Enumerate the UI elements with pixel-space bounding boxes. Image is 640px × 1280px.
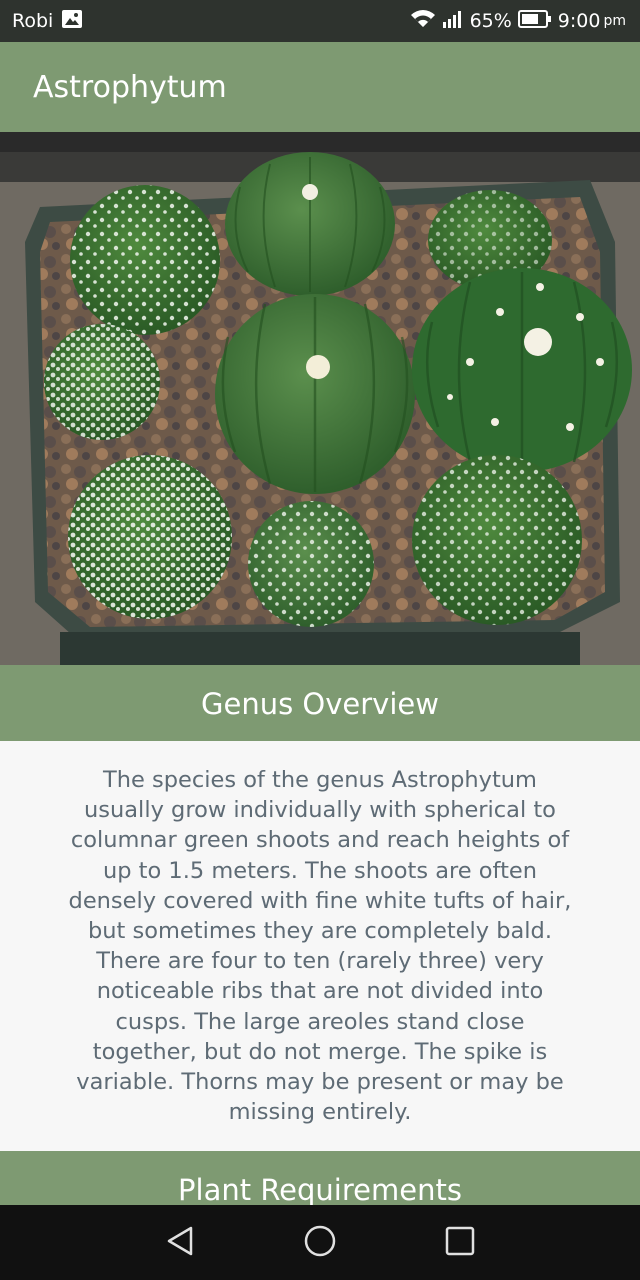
status-bar-right: 65% 9:00 pm [410,9,626,34]
cactus-group [44,152,632,627]
back-icon [165,1225,195,1261]
clock-ampm: pm [603,13,626,29]
image-notification-icon [61,9,83,34]
page-title: Astrophytum [33,69,227,105]
section-title: Genus Overview [201,687,439,721]
back-button[interactable] [160,1223,200,1263]
section-header-requirements: Plant Requirements [0,1151,640,1205]
battery-icon [517,9,552,33]
section-title: Plant Requirements [178,1173,462,1205]
status-bar-left: Robi [12,9,83,34]
overview-text: The species of the genus Astrophytum usu… [68,767,572,1126]
app-bar: Astrophytum [0,42,640,132]
home-icon [303,1224,337,1262]
recents-icon [445,1226,475,1260]
home-button[interactable] [300,1223,340,1263]
signal-icon [442,9,464,34]
status-bar: Robi 65% 9:00 pm [0,0,640,42]
navigation-bar [0,1205,640,1280]
overview-body: The species of the genus Astrophytum usu… [0,741,640,1151]
hero-image [0,132,640,665]
recents-button[interactable] [440,1223,480,1263]
section-header-overview: Genus Overview [0,665,640,741]
clock-time: 9:00 [557,10,601,32]
wifi-icon [410,9,436,34]
carrier-label: Robi [12,10,54,32]
battery-percent: 65% [469,10,512,32]
